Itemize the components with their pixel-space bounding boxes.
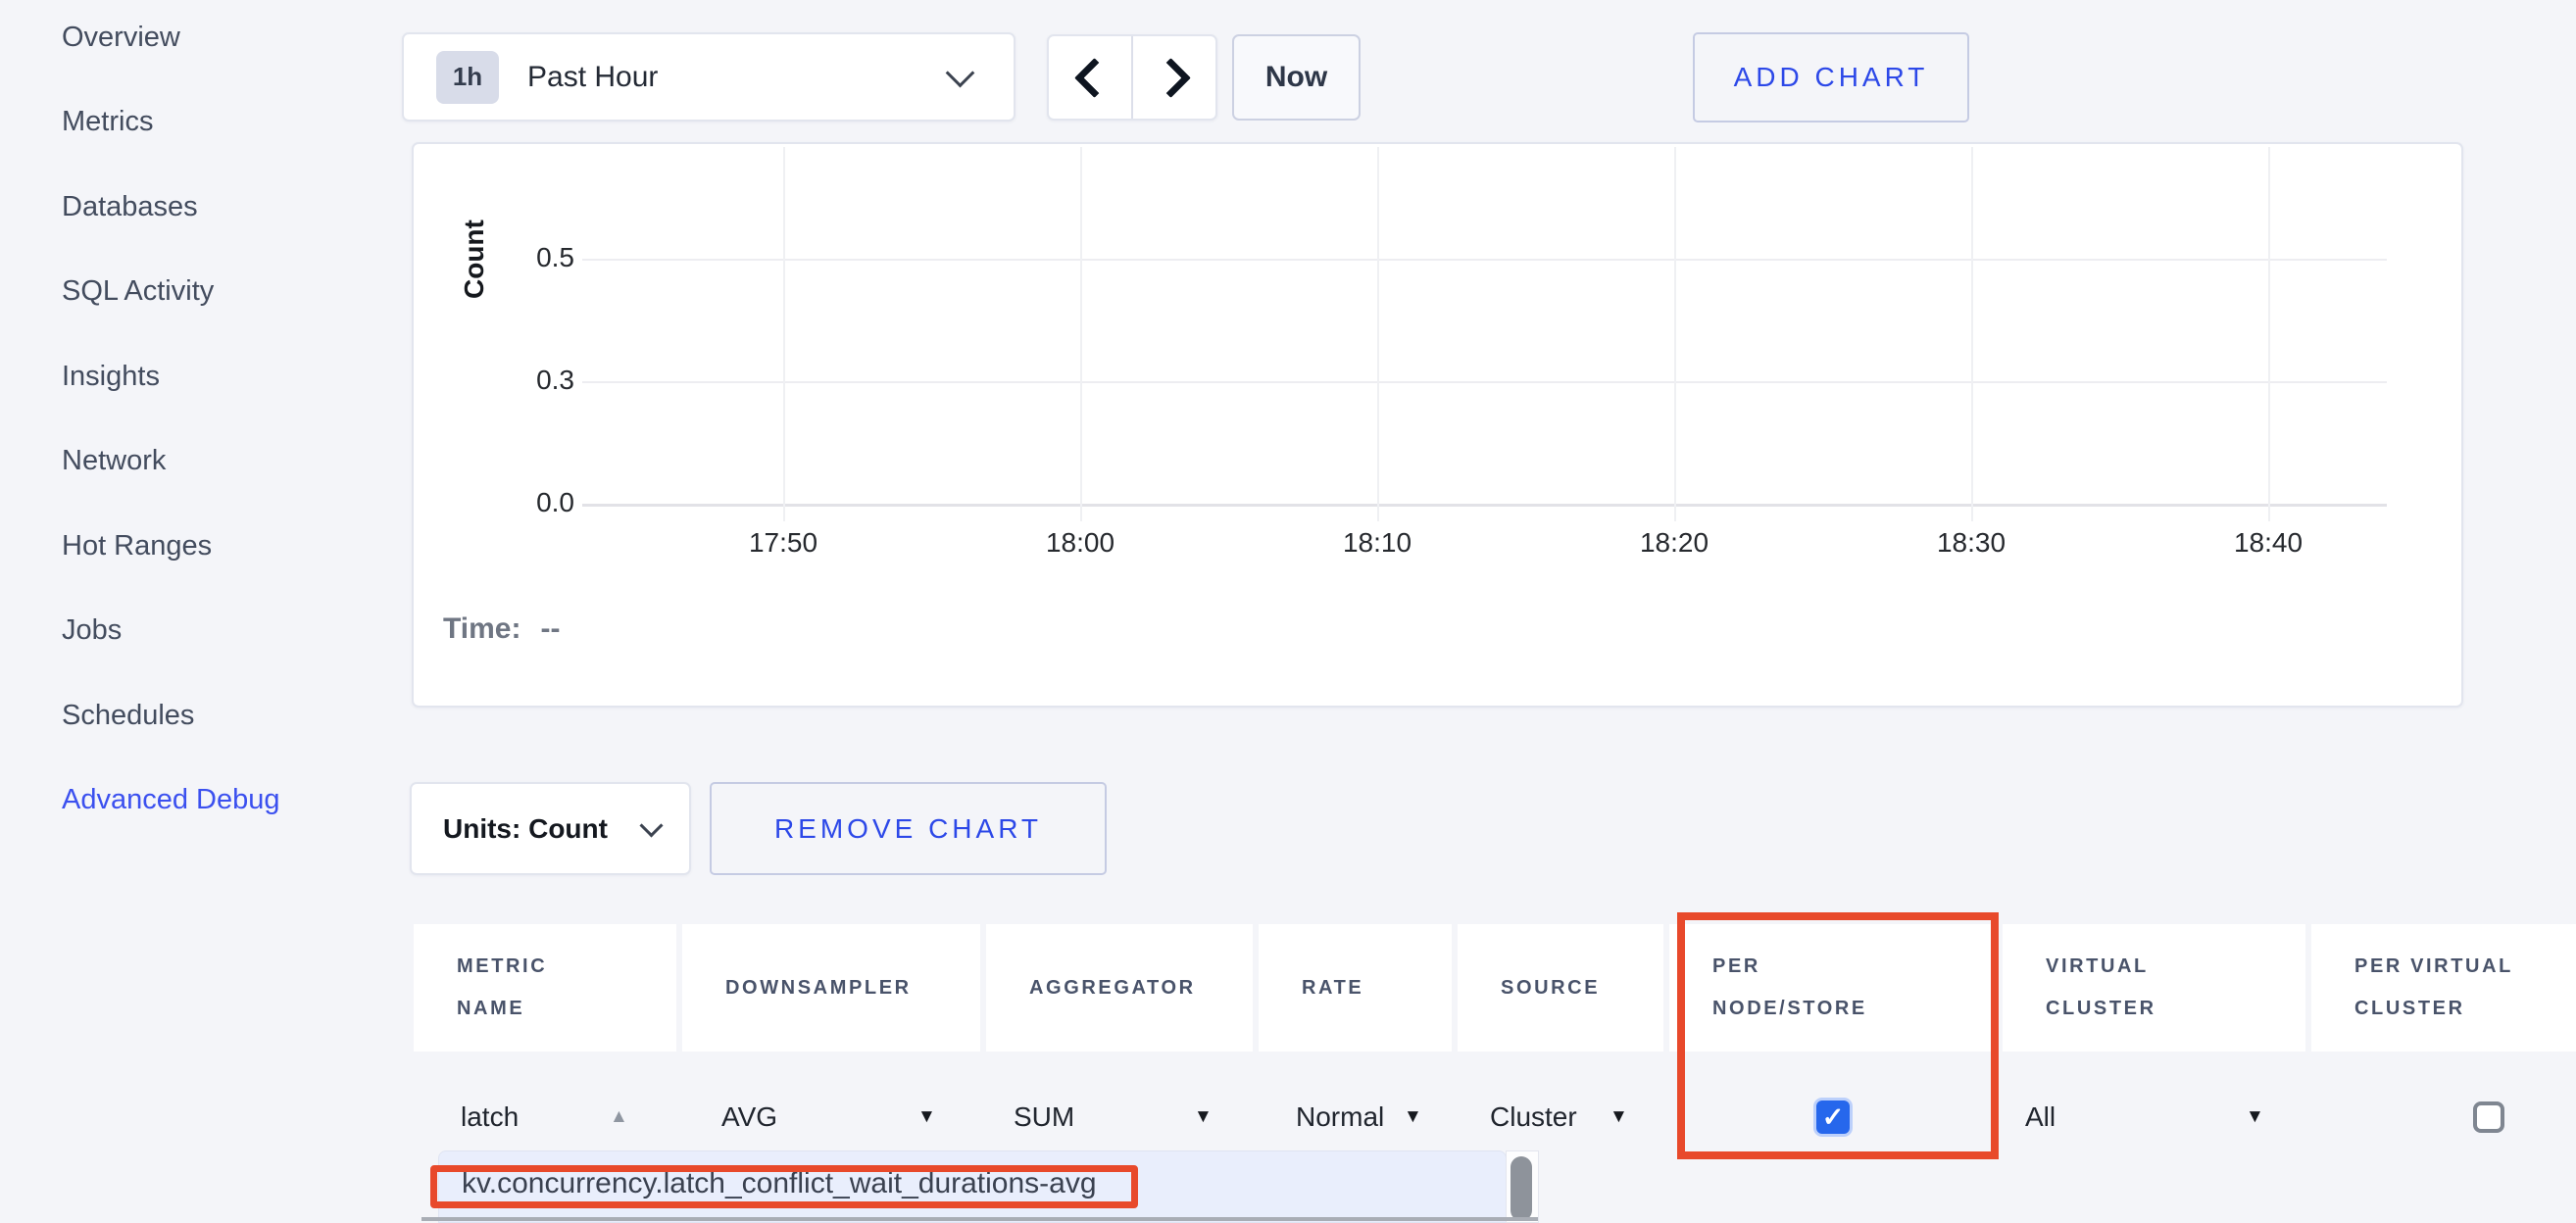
sidebar-item-network[interactable]: Network (62, 419, 385, 505)
caret-up-icon: ▲ (610, 1106, 628, 1128)
chevron-right-icon (1150, 57, 1190, 97)
x-tick-label: 18:20 (1606, 527, 1743, 559)
time-range-badge: 1h (436, 51, 499, 104)
caret-down-icon: ▼ (917, 1106, 936, 1128)
column-header-aggregator: AGGREGATOR (986, 924, 1253, 1052)
column-header-label: SOURCE (1501, 967, 1600, 1009)
x-gridline (2268, 147, 2270, 521)
aggregator-select[interactable]: SUM ▼ (986, 1078, 1253, 1156)
units-select[interactable]: Units: Count (410, 782, 691, 875)
remove-chart-button[interactable]: REMOVE CHART (710, 782, 1107, 875)
x-gridline (1377, 147, 1379, 521)
sidebar-item-jobs[interactable]: Jobs (62, 589, 385, 674)
next-time-button[interactable] (1131, 36, 1215, 119)
chevron-down-icon (946, 59, 975, 88)
x-tick-label: 18:10 (1309, 527, 1446, 559)
column-header-label: METRIC NAME (457, 946, 584, 1030)
units-select-label: Units: Count (443, 813, 608, 845)
column-header-rate: RATE (1259, 924, 1452, 1052)
y-tick-label: 0.5 (457, 242, 574, 273)
column-header-metric-name: METRIC NAME (414, 924, 676, 1052)
time-value: -- (540, 612, 560, 646)
x-gridline (783, 147, 785, 521)
time-label: Time: (443, 612, 520, 646)
source-value: Cluster (1490, 1101, 1577, 1133)
x-gridline (1971, 147, 1973, 521)
now-button[interactable]: Now (1232, 34, 1361, 121)
prev-time-button[interactable] (1049, 36, 1131, 119)
metric-name-input[interactable]: latch ▲ (414, 1078, 676, 1156)
source-select[interactable]: Cluster ▼ (1458, 1078, 1663, 1156)
per-virtual-cluster-cell (2311, 1078, 2576, 1156)
column-header-label: PER VIRTUAL CLUSTER (2354, 946, 2570, 1030)
column-header-label: PER NODE/STORE (1712, 946, 1908, 1030)
chevron-left-icon (1073, 57, 1114, 97)
aggregator-value: SUM (1014, 1101, 1074, 1133)
caret-down-icon: ▼ (2246, 1106, 2264, 1128)
column-header-downsampler: DOWNSAMPLER (682, 924, 980, 1052)
column-header-source: SOURCE (1458, 924, 1663, 1052)
per-virtual-cluster-checkbox[interactable] (2473, 1101, 2504, 1133)
sidebar-item-schedules[interactable]: Schedules (62, 673, 385, 758)
x-tick-label: 18:30 (1903, 527, 2040, 559)
time-pager (1047, 34, 1217, 121)
x-tick-label: 18:00 (1012, 527, 1149, 559)
column-header-per-node-store: PER NODE/STORE (1669, 924, 1997, 1052)
caret-down-icon: ▼ (1194, 1106, 1213, 1128)
column-header-label: VIRTUAL CLUSTER (2046, 946, 2203, 1030)
column-header-label: AGGREGATOR (1029, 967, 1196, 1009)
autocomplete-suggestion[interactable]: kv.concurrency.latch_conflict_wait_durat… (462, 1167, 1097, 1200)
sidebar-item-overview[interactable]: Overview (62, 0, 385, 80)
metric-name-value: latch (461, 1101, 519, 1133)
sidebar-item-insights[interactable]: Insights (62, 334, 385, 419)
y-tick-label: 0.0 (457, 487, 574, 518)
y-gridline (582, 381, 2387, 383)
column-header-label: DOWNSAMPLER (725, 967, 912, 1009)
sidebar-item-advanced-debug[interactable]: Advanced Debug (62, 758, 385, 844)
time-range-picker[interactable]: 1h Past Hour (402, 32, 1016, 122)
sidebar-item-databases[interactable]: Databases (62, 165, 385, 250)
column-header-label: RATE (1302, 967, 1363, 1009)
downsampler-select[interactable]: AVG ▼ (682, 1078, 980, 1156)
x-gridline (1674, 147, 1676, 521)
x-tick-label: 17:50 (715, 527, 852, 559)
sidebar: Overview Metrics Databases SQL Activity … (62, 0, 385, 843)
sidebar-item-hot-ranges[interactable]: Hot Ranges (62, 504, 385, 589)
virtual-cluster-value: All (2025, 1101, 2056, 1133)
caret-down-icon: ▼ (1404, 1106, 1422, 1128)
column-header-virtual-cluster: VIRTUAL CLUSTER (2003, 924, 2305, 1052)
dropdown-scrollbar-thumb[interactable] (1511, 1156, 1532, 1221)
x-tick-label: 18:40 (2200, 527, 2337, 559)
per-node-store-cell: ✓ (1669, 1078, 1997, 1156)
hover-time-readout: Time: -- (443, 612, 560, 646)
chevron-down-icon (639, 813, 663, 837)
add-chart-button[interactable]: ADD CHART (1693, 32, 1969, 122)
dropdown-clipped-next-item (421, 1217, 1538, 1221)
y-gridline (582, 504, 2387, 507)
rate-value: Normal (1296, 1101, 1384, 1133)
downsampler-value: AVG (721, 1101, 777, 1133)
sidebar-item-sql-activity[interactable]: SQL Activity (62, 250, 385, 335)
chart-plot: 0.0 0.3 0.5 17:50 18:00 18:10 18:20 18:30 18:40 (414, 144, 2461, 706)
per-node-store-checkbox[interactable]: ✓ (1816, 1101, 1850, 1134)
column-header-per-virtual-cluster: PER VIRTUAL CLUSTER (2311, 924, 2576, 1052)
y-gridline (582, 259, 2387, 261)
chart-card: Count 0.00.30.517:5018:0018:1018:2018:30… (412, 142, 2463, 708)
rate-select[interactable]: Normal ▼ (1259, 1078, 1452, 1156)
x-gridline (1080, 147, 1082, 521)
metric-autocomplete-dropdown: kv.concurrency.latch_conflict_wait_durat… (438, 1150, 1507, 1223)
y-tick-label: 0.3 (457, 365, 574, 396)
time-range-label: Past Hour (527, 61, 658, 94)
virtual-cluster-select[interactable]: All ▼ (2003, 1078, 2305, 1156)
sidebar-item-metrics[interactable]: Metrics (62, 80, 385, 166)
caret-down-icon: ▼ (1610, 1106, 1628, 1128)
